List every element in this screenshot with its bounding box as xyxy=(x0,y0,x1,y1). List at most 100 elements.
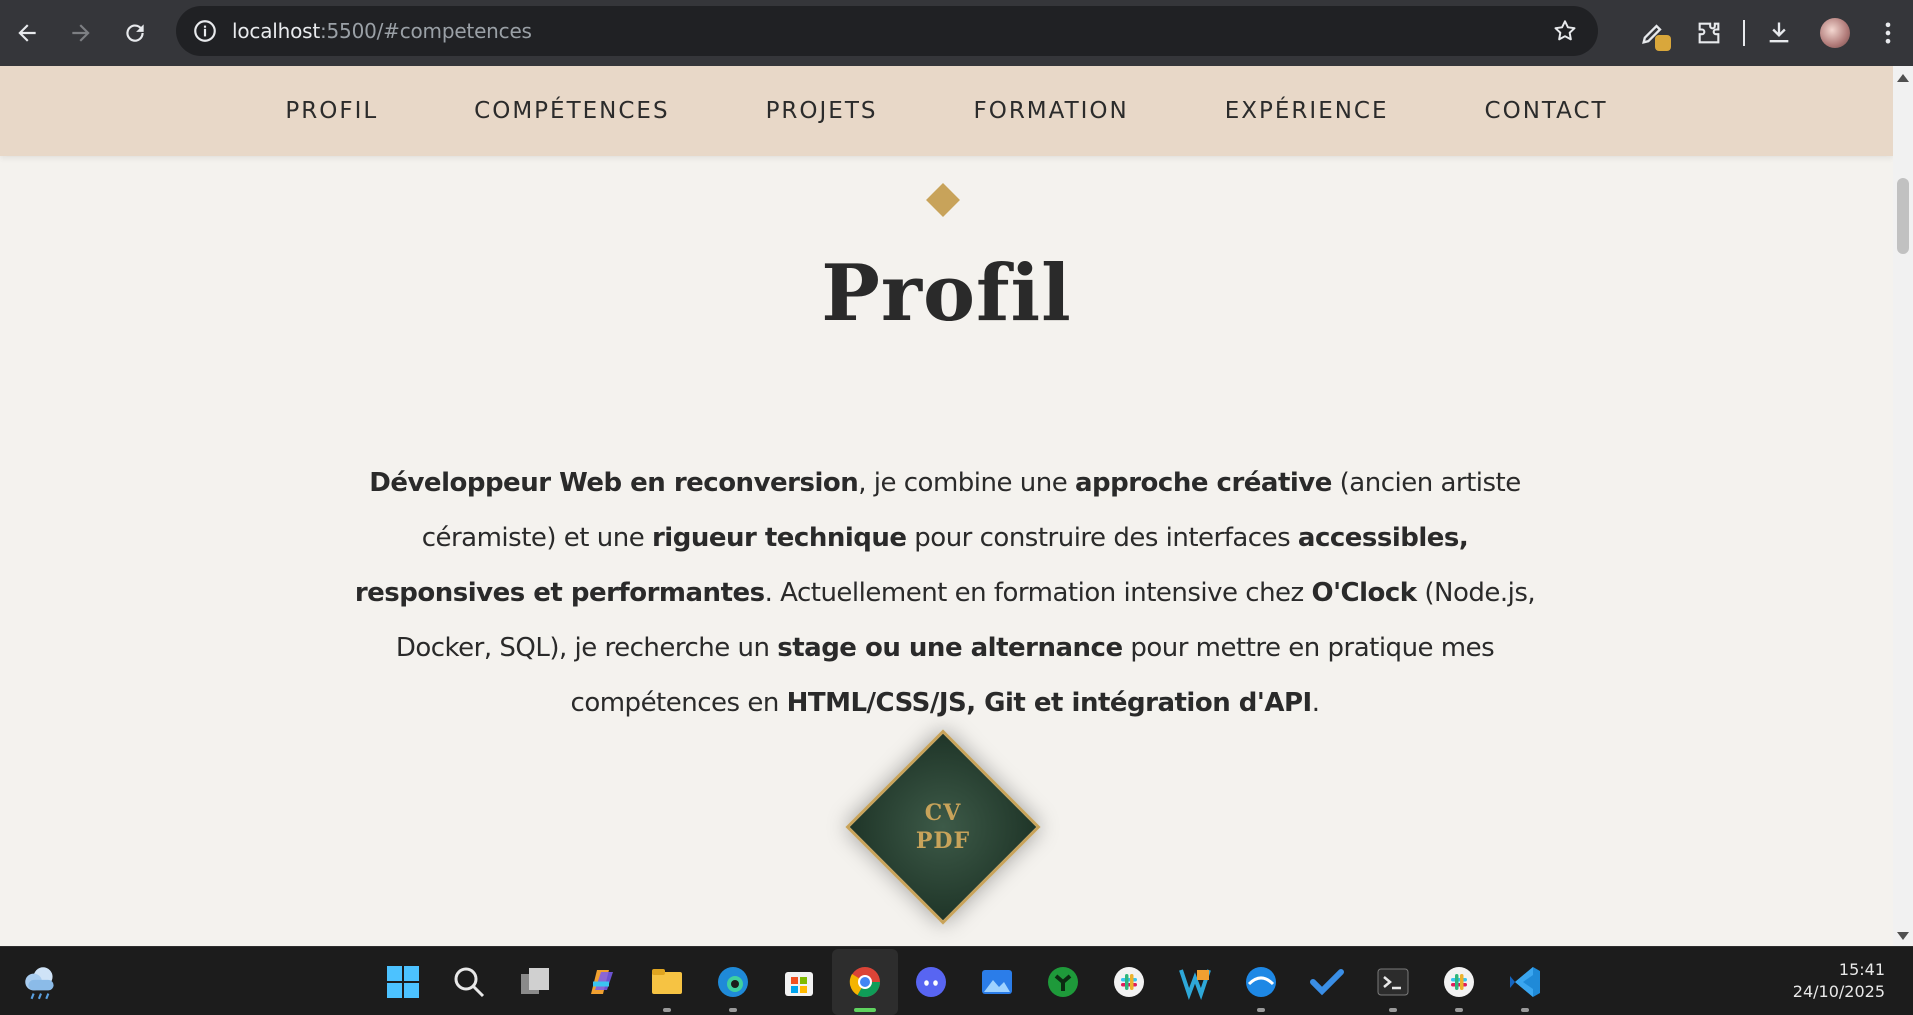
forward-button[interactable] xyxy=(54,6,108,60)
taskbar-app-vs-button[interactable] xyxy=(1162,949,1228,1015)
intro-text: . Actuellement en formation intensive ch… xyxy=(764,578,1312,608)
url-path: :5500/#competences xyxy=(319,19,532,43)
profile-intro: Développeur Web en reconversion, je comb… xyxy=(340,456,1550,731)
vscode-icon xyxy=(1507,964,1543,1000)
address-bar[interactable]: localhost:5500/#competences xyxy=(176,6,1598,56)
photos-icon xyxy=(979,964,1015,1000)
windows-taskbar: 15:41 24/10/2025 xyxy=(0,946,1913,1015)
running-indicator xyxy=(1257,1007,1265,1012)
weather-widget-icon[interactable] xyxy=(20,961,62,1003)
taskbar-terminal-button[interactable] xyxy=(1360,949,1426,1015)
taskbar-apps xyxy=(370,947,1558,1015)
nav-link-profil[interactable]: PROFIL xyxy=(237,98,426,124)
taskbar-start-button[interactable] xyxy=(370,949,436,1015)
profile-avatar xyxy=(1820,18,1850,48)
taskbar-file-explorer-button[interactable] xyxy=(634,949,700,1015)
taskbar-app-blue-button[interactable] xyxy=(1228,949,1294,1015)
file-explorer-icon xyxy=(649,964,685,1000)
taskbar-vscode-button[interactable] xyxy=(1492,949,1558,1015)
site-navigation: PROFIL COMPÉTENCES PROJETS FORMATION EXP… xyxy=(0,66,1893,156)
terminal-icon xyxy=(1375,964,1411,1000)
intro-highlight: stage ou une alternance xyxy=(777,633,1123,663)
nav-link-formation[interactable]: FORMATION xyxy=(925,98,1176,124)
extensions-button[interactable] xyxy=(1681,5,1737,61)
back-button[interactable] xyxy=(0,6,54,60)
intro-text: , je combine une xyxy=(858,468,1075,498)
running-indicator xyxy=(1455,1007,1463,1012)
app-green-icon xyxy=(1045,964,1081,1000)
intro-text: . xyxy=(1311,688,1320,718)
running-indicator xyxy=(854,1007,876,1012)
forward-icon xyxy=(72,24,90,42)
url-host: localhost xyxy=(232,19,320,43)
slack-icon xyxy=(1111,964,1147,1000)
taskbar-app-green-button[interactable] xyxy=(1030,949,1096,1015)
running-indicator xyxy=(1521,1007,1529,1012)
reload-button[interactable] xyxy=(108,6,162,60)
taskbar-todo-button[interactable] xyxy=(1294,949,1360,1015)
task-view-icon xyxy=(517,964,553,1000)
taskbar-task-view-button[interactable] xyxy=(502,949,568,1015)
copilot-icon xyxy=(583,964,619,1000)
extensions-puzzle-icon xyxy=(1698,22,1720,44)
site-info-icon[interactable] xyxy=(192,18,218,44)
app-blue-icon xyxy=(1243,964,1279,1000)
running-indicator xyxy=(729,1007,737,1012)
nav-link-contact[interactable]: CONTACT xyxy=(1437,98,1656,124)
chrome-icon xyxy=(847,964,883,1000)
bookmark-star-icon[interactable] xyxy=(1552,18,1578,44)
scroll-up-arrow[interactable] xyxy=(1897,74,1909,82)
discord-icon xyxy=(913,964,949,1000)
start-icon xyxy=(385,964,421,1000)
extension-badge xyxy=(1655,35,1671,51)
scroll-thumb[interactable] xyxy=(1897,178,1909,254)
extension-edit-button[interactable] xyxy=(1625,5,1681,61)
page-scrollbar[interactable] xyxy=(1893,66,1913,946)
intro-highlight: approche créative xyxy=(1074,468,1332,498)
system-clock[interactable]: 15:41 24/10/2025 xyxy=(1793,959,1885,1003)
running-indicator xyxy=(1389,1007,1397,1012)
downloads-button[interactable] xyxy=(1751,5,1807,61)
taskbar-slack-2-button[interactable] xyxy=(1426,949,1492,1015)
slack-2-icon xyxy=(1441,964,1477,1000)
toolbar-separator xyxy=(1743,20,1745,46)
cv-pdf-button[interactable]: CV PDF xyxy=(845,729,1041,925)
section-title: Profil xyxy=(821,248,1072,339)
profile-button[interactable] xyxy=(1807,5,1863,61)
taskbar-copilot-button[interactable] xyxy=(568,949,634,1015)
scroll-down-arrow[interactable] xyxy=(1897,932,1909,940)
intro-text: pour construire des interfaces xyxy=(906,523,1298,553)
clock-time: 15:41 xyxy=(1838,960,1885,979)
taskbar-discord-button[interactable] xyxy=(898,949,964,1015)
nav-link-projets[interactable]: PROJETS xyxy=(718,98,926,124)
intro-highlight: HTML/CSS/JS, Git et intégration d'API xyxy=(786,688,1313,718)
cv-label-line1: CV xyxy=(924,800,962,826)
url-text: localhost:5500/#competences xyxy=(232,19,532,43)
browser-toolbar: localhost:5500/#competences xyxy=(0,0,1913,66)
taskbar-edge-button[interactable] xyxy=(700,949,766,1015)
section-diamond-ornament xyxy=(926,183,960,217)
more-menu-icon xyxy=(1885,22,1891,44)
more-menu-button[interactable] xyxy=(1863,5,1913,61)
taskbar-photos-button[interactable] xyxy=(964,949,1030,1015)
cv-label-line2: PDF xyxy=(915,828,971,854)
web-page: PROFIL COMPÉTENCES PROJETS FORMATION EXP… xyxy=(0,66,1893,946)
running-indicator xyxy=(663,1007,671,1012)
search-icon xyxy=(451,964,487,1000)
taskbar-slack-button[interactable] xyxy=(1096,949,1162,1015)
nav-link-experience[interactable]: EXPÉRIENCE xyxy=(1177,98,1437,124)
cv-label: CV PDF xyxy=(874,758,1012,896)
intro-highlight: O'Clock xyxy=(1311,578,1417,608)
taskbar-store-button[interactable] xyxy=(766,949,832,1015)
clock-date: 24/10/2025 xyxy=(1792,982,1885,1001)
intro-highlight: Développeur Web en reconversion xyxy=(369,468,859,498)
taskbar-search-button[interactable] xyxy=(436,949,502,1015)
download-icon xyxy=(1769,22,1789,43)
taskbar-chrome-button[interactable] xyxy=(832,948,898,1015)
nav-link-competences[interactable]: COMPÉTENCES xyxy=(426,98,717,124)
intro-highlight: rigueur technique xyxy=(651,523,907,553)
toolbar-actions xyxy=(1625,0,1913,66)
todo-icon xyxy=(1309,964,1345,1000)
store-icon xyxy=(781,964,817,1000)
back-icon xyxy=(18,24,36,42)
